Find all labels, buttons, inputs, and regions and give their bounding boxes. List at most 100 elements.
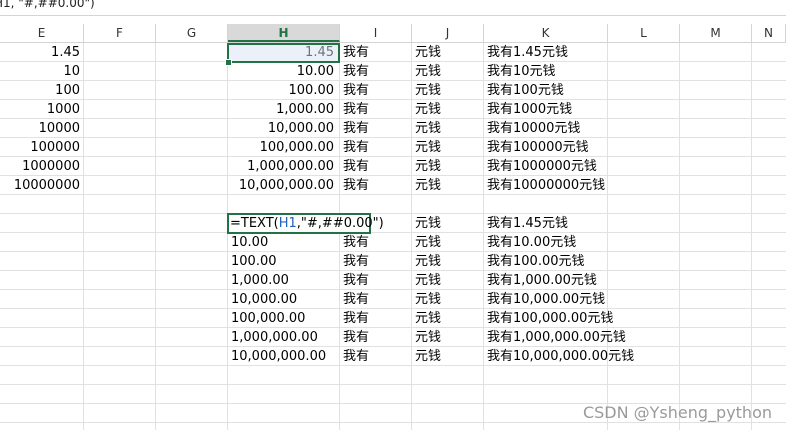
cell-h[interactable]: 100,000.00 (228, 138, 334, 157)
spreadsheet-grid[interactable]: 1.451.45我有元钱我有1.45元钱1010.00我有元钱我有10元钱100… (0, 43, 786, 430)
cell-k[interactable]: 我有10000000元钱 (487, 176, 605, 195)
row-gridline (0, 118, 786, 119)
cell-i[interactable]: 我有 (343, 290, 369, 309)
cell-i[interactable]: 我有 (343, 271, 369, 290)
cell-h[interactable]: 10,000.00 (231, 290, 297, 309)
cell-e[interactable]: 100 (0, 81, 80, 100)
cell-i[interactable]: 我有 (343, 138, 369, 157)
cell-k[interactable]: 我有10.00元钱 (487, 233, 576, 252)
cell-i[interactable]: 我有 (343, 176, 369, 195)
cell-h[interactable]: 100.00 (228, 81, 335, 100)
row-gridline (0, 80, 786, 81)
cell-k[interactable]: 我有10000元钱 (487, 119, 580, 138)
column-header-row: EFGHIJKLMN (0, 24, 786, 43)
cell-e[interactable]: 1.45 (0, 43, 80, 62)
column-header-h[interactable]: H (228, 24, 340, 42)
cell-k[interactable]: 我有1.45元钱 (487, 214, 568, 233)
watermark: CSDN @Ysheng_python (582, 403, 772, 422)
fill-handle[interactable] (225, 59, 232, 66)
cell-i[interactable]: 我有 (343, 81, 369, 100)
cell-i[interactable]: 我有 (343, 100, 369, 119)
cell-i[interactable]: 我有 (343, 347, 369, 366)
cell-e[interactable]: 100000 (0, 138, 80, 157)
cell-j[interactable]: 元钱 (415, 157, 441, 176)
cell-e[interactable]: 10 (0, 62, 80, 81)
cell-h[interactable]: 1,000,000.00 (231, 328, 318, 347)
cell-j[interactable]: 元钱 (415, 119, 441, 138)
cell-j[interactable]: 元钱 (415, 290, 441, 309)
cell-e[interactable]: 1000 (0, 100, 80, 119)
formula-prefix: =TEXT( (230, 216, 279, 231)
column-header-m[interactable]: M (680, 24, 752, 42)
cell-i[interactable]: 我有 (343, 252, 369, 271)
column-header-f[interactable]: F (84, 24, 156, 42)
row-gridline (0, 156, 786, 157)
cell-j[interactable]: 元钱 (415, 252, 441, 271)
row-gridline (0, 99, 786, 100)
row-gridline (0, 270, 786, 271)
cell-h[interactable]: 10,000,000.00 (231, 347, 326, 366)
column-header-n[interactable]: N (752, 24, 786, 42)
cell-i[interactable]: 我有 (343, 157, 369, 176)
cell-i[interactable]: 我有 (343, 119, 369, 138)
column-header-e[interactable]: E (0, 24, 84, 42)
cell-h[interactable]: 1,000.00 (231, 271, 289, 290)
cell-k[interactable]: 我有10,000,000.00元钱 (487, 347, 634, 366)
cell-e[interactable]: 10000000 (0, 176, 80, 195)
row-gridline (0, 346, 786, 347)
cell-h[interactable]: 10,000,000.00 (228, 176, 334, 195)
cell-k[interactable]: 我有100,000.00元钱 (487, 309, 613, 328)
cell-j[interactable]: 元钱 (415, 214, 441, 233)
column-header-l[interactable]: L (608, 24, 680, 42)
cell-i[interactable]: 我有 (343, 328, 369, 347)
cell-i[interactable]: 我有 (343, 309, 369, 328)
cell-h[interactable]: 10.00 (228, 62, 334, 81)
cell-k[interactable]: 我有10,000.00元钱 (487, 290, 605, 309)
cell-j[interactable]: 元钱 (415, 100, 441, 119)
cell-e[interactable]: 10000 (0, 119, 80, 138)
column-gridline (411, 43, 412, 430)
column-header-k[interactable]: K (484, 24, 608, 42)
formula-edit-cell[interactable]: =TEXT(H1,"#,##0.00") (227, 213, 384, 234)
row-gridline (0, 422, 786, 423)
cell-h[interactable]: 1,000,000.00 (228, 157, 334, 176)
formula-edit-text[interactable]: =TEXT(H1,"#,##0.00") (230, 214, 384, 233)
cell-j[interactable]: 元钱 (415, 81, 441, 100)
cell-j[interactable]: 元钱 (415, 328, 441, 347)
cell-e[interactable]: 1000000 (0, 157, 80, 176)
cell-j[interactable]: 元钱 (415, 271, 441, 290)
cell-k[interactable]: 我有100.00元钱 (487, 252, 585, 271)
cell-k[interactable]: 我有1000000元钱 (487, 157, 597, 176)
cell-k[interactable]: 我有1.45元钱 (487, 43, 568, 62)
cell-h[interactable]: 10,000.00 (228, 119, 334, 138)
cell-j[interactable]: 元钱 (415, 138, 441, 157)
cell-i[interactable]: 我有 (343, 62, 369, 81)
row-gridline (0, 289, 786, 290)
row-gridline (0, 384, 786, 385)
cell-j[interactable]: 元钱 (415, 62, 441, 81)
cell-i[interactable]: 我有 (343, 43, 369, 62)
cell-i[interactable]: 我有 (343, 233, 369, 252)
formula-suffix: ,"#,##0.00") (296, 216, 384, 231)
cell-k[interactable]: 我有1,000.00元钱 (487, 271, 597, 290)
cell-k[interactable]: 我有10元钱 (487, 62, 556, 81)
cell-j[interactable]: 元钱 (415, 347, 441, 366)
cell-h[interactable]: 10.00 (231, 233, 268, 252)
column-header-j[interactable]: J (412, 24, 484, 42)
cell-j[interactable]: 元钱 (415, 309, 441, 328)
column-gridline (83, 43, 84, 430)
cell-k[interactable]: 我有100000元钱 (487, 138, 589, 157)
formula-bar[interactable]: H1, "#,##0.00") (0, 0, 786, 16)
cell-k[interactable]: 我有100元钱 (487, 81, 564, 100)
column-header-g[interactable]: G (156, 24, 228, 42)
cell-j[interactable]: 元钱 (415, 43, 441, 62)
cell-h[interactable]: 100,000.00 (231, 309, 305, 328)
column-gridline (483, 43, 484, 430)
cell-h[interactable]: 1,000.00 (228, 100, 334, 119)
cell-j[interactable]: 元钱 (415, 233, 441, 252)
cell-j[interactable]: 元钱 (415, 176, 441, 195)
cell-h[interactable]: 100.00 (231, 252, 277, 271)
cell-k[interactable]: 我有1,000,000.00元钱 (487, 328, 626, 347)
cell-k[interactable]: 我有1000元钱 (487, 100, 572, 119)
column-header-i[interactable]: I (340, 24, 412, 42)
